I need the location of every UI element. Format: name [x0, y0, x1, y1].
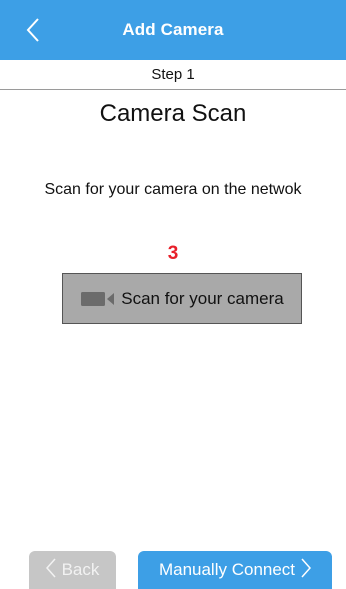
- navigation-bar: Add Camera: [0, 0, 346, 60]
- scan-instruction: Scan for your camera on the netwok: [44, 181, 302, 198]
- chevron-left-icon: [45, 558, 56, 583]
- nav-title: Add Camera: [122, 20, 224, 39]
- back-button[interactable]: Back: [29, 551, 116, 589]
- scan-for-camera-button[interactable]: Scan for your camera: [62, 273, 302, 324]
- back-chevron-icon[interactable]: [22, 16, 44, 44]
- step-number-annotation: 3: [167, 243, 179, 264]
- chevron-right-icon: [301, 558, 312, 583]
- back-button-label: Back: [61, 560, 100, 579]
- manually-connect-button[interactable]: Manually Connect: [138, 551, 332, 589]
- step-indicator: Step 1: [0, 60, 346, 90]
- step-label: Step 1: [151, 66, 195, 83]
- video-camera-icon: [80, 290, 116, 308]
- page-title: Camera Scan: [99, 100, 247, 127]
- scan-button-label: Scan for your camera: [121, 288, 284, 308]
- bottom-button-bar: Back Manually Connect: [0, 551, 346, 589]
- manually-connect-label: Manually Connect: [158, 560, 296, 579]
